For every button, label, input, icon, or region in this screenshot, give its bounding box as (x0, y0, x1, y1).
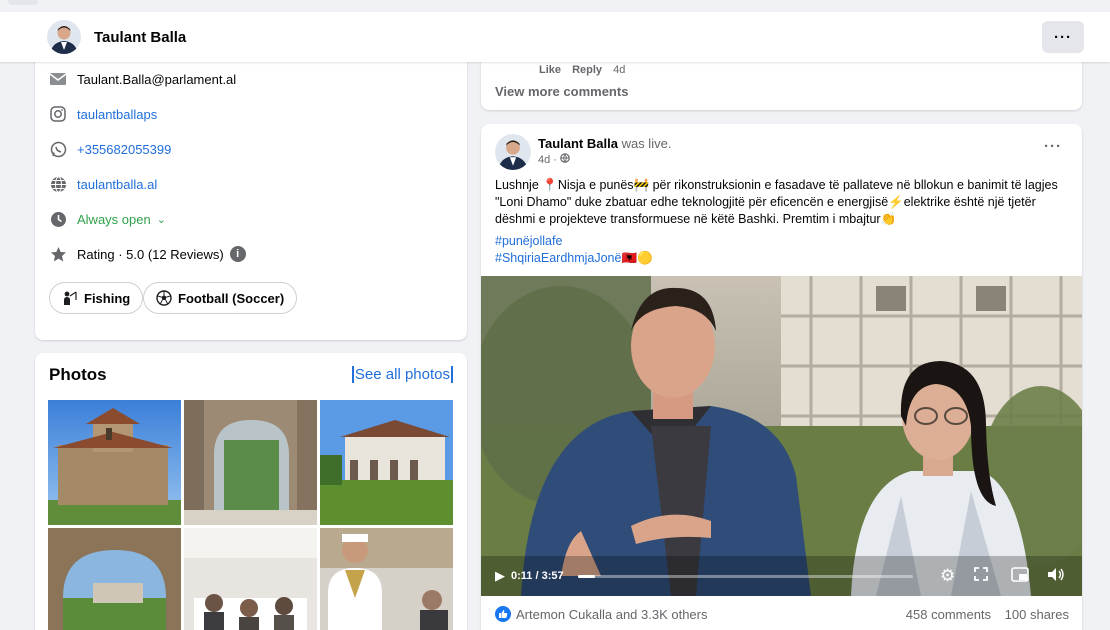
comment-actions: Like Reply 4d (539, 64, 625, 76)
post-timestamp: 4d · (538, 153, 570, 166)
soccer-ball-icon (156, 290, 172, 306)
hashtag-link[interactable]: #punëjollafe (495, 234, 562, 248)
instagram-link[interactable]: taulantballaps (77, 107, 157, 122)
photos-title: Photos (49, 365, 107, 384)
photo-thumbnail[interactable] (184, 400, 317, 525)
globe-icon (49, 175, 67, 193)
website-row: taulantballa.al (49, 175, 157, 193)
settings-gear-icon[interactable]: ⚙ (940, 566, 955, 586)
photo-thumbnail[interactable] (48, 528, 181, 630)
video-progress-bar[interactable] (578, 575, 913, 578)
play-icon[interactable]: ▶ (495, 568, 505, 584)
hashtag-link[interactable]: #ShqiriaEardhmjaJonë🇦🇱🟡 (495, 251, 653, 266)
post-author-line: Taulant Balla was live. (538, 136, 671, 151)
video-controls: ▶ 0:11 / 3:57 ⚙ (481, 556, 1082, 596)
post-author-name[interactable]: Taulant Balla (538, 136, 618, 151)
header-more-button[interactable]: ··· (1042, 21, 1084, 53)
header-name[interactable]: Taulant Balla (94, 29, 186, 46)
globe-icon (560, 153, 570, 166)
rating-text: Rating · 5.0 (12 Reviews) (77, 246, 224, 262)
photo-thumbnail[interactable] (48, 400, 181, 525)
hours-text[interactable]: Always open (77, 212, 151, 227)
comment-like-button[interactable]: Like (539, 64, 561, 76)
comment-reply-button[interactable]: Reply (572, 64, 602, 76)
instagram-row: taulantballaps (49, 105, 157, 123)
top-strip (0, 0, 1110, 12)
engagement-counts: 458 comments 100 shares (896, 607, 1069, 622)
fishing-icon (62, 290, 78, 306)
chevron-down-icon[interactable]: ⌄ (157, 213, 166, 226)
page-header: Taulant Balla ··· (0, 12, 1110, 62)
shares-count[interactable]: 100 shares (1005, 607, 1069, 622)
photo-thumbnail[interactable] (184, 528, 317, 630)
video-progress-fill (578, 575, 595, 578)
email-text: Taulant.Balla@parlament.al (77, 71, 237, 87)
photos-card: Photos See all photos (35, 353, 467, 630)
live-video-player[interactable]: ▶ 0:11 / 3:57 ⚙ (481, 276, 1082, 596)
see-all-photos-link[interactable]: See all photos (351, 366, 453, 383)
live-post-card: Taulant Balla was live. 4d · ··· Lushnje… (481, 124, 1082, 630)
post-footer: Artemon Cukalla and 3.3K others 458 comm… (495, 606, 1069, 622)
interest-chip-fishing[interactable]: Fishing (49, 282, 144, 314)
comment-age: 4d (613, 64, 626, 76)
interest-label: Fishing (84, 290, 131, 306)
video-time: 0:11 / 3:57 (511, 570, 564, 582)
photo-thumbnail[interactable] (320, 400, 453, 525)
post-time-text[interactable]: 4d · (538, 154, 557, 166)
email-row: Taulant.Balla@parlament.al (49, 70, 236, 88)
post-more-button[interactable]: ··· (1044, 138, 1062, 155)
post-action-text: was live. (621, 136, 672, 151)
interest-chip-football[interactable]: Football (Soccer) (143, 282, 298, 314)
post-author-avatar[interactable] (495, 134, 531, 170)
fullscreen-icon[interactable] (973, 566, 989, 587)
interest-label: Football (Soccer) (178, 290, 285, 306)
reactions-summary[interactable]: Artemon Cukalla and 3.3K others (516, 607, 708, 622)
like-reaction-icon (495, 606, 511, 622)
comments-count[interactable]: 458 comments (906, 607, 991, 622)
volume-icon[interactable] (1047, 567, 1065, 587)
hours-row[interactable]: Always open ⌄ (49, 210, 166, 228)
view-more-comments-link[interactable]: View more comments (495, 84, 628, 99)
phone-link[interactable]: +355682055399 (77, 142, 171, 157)
whatsapp-icon (49, 140, 67, 158)
clock-icon (49, 210, 67, 228)
star-icon (49, 245, 67, 263)
video-frame (481, 276, 1082, 596)
profile-avatar[interactable] (47, 20, 81, 54)
rating-row: Rating · 5.0 (12 Reviews) i (49, 245, 246, 263)
website-link[interactable]: taulantballa.al (77, 177, 157, 192)
picture-in-picture-icon[interactable] (1011, 567, 1029, 587)
phone-row: +355682055399 (49, 140, 171, 158)
instagram-icon (49, 105, 67, 123)
intro-card: Taulant.Balla@parlament.al taulantballap… (35, 40, 467, 340)
info-icon[interactable]: i (229, 246, 246, 262)
top-tab[interactable] (8, 0, 38, 5)
post-body-text: Lushnje 📍Nisja e punës🚧 për rikonstruksi… (495, 178, 1058, 226)
mail-icon (49, 70, 67, 88)
photo-thumbnail[interactable] (320, 528, 453, 630)
